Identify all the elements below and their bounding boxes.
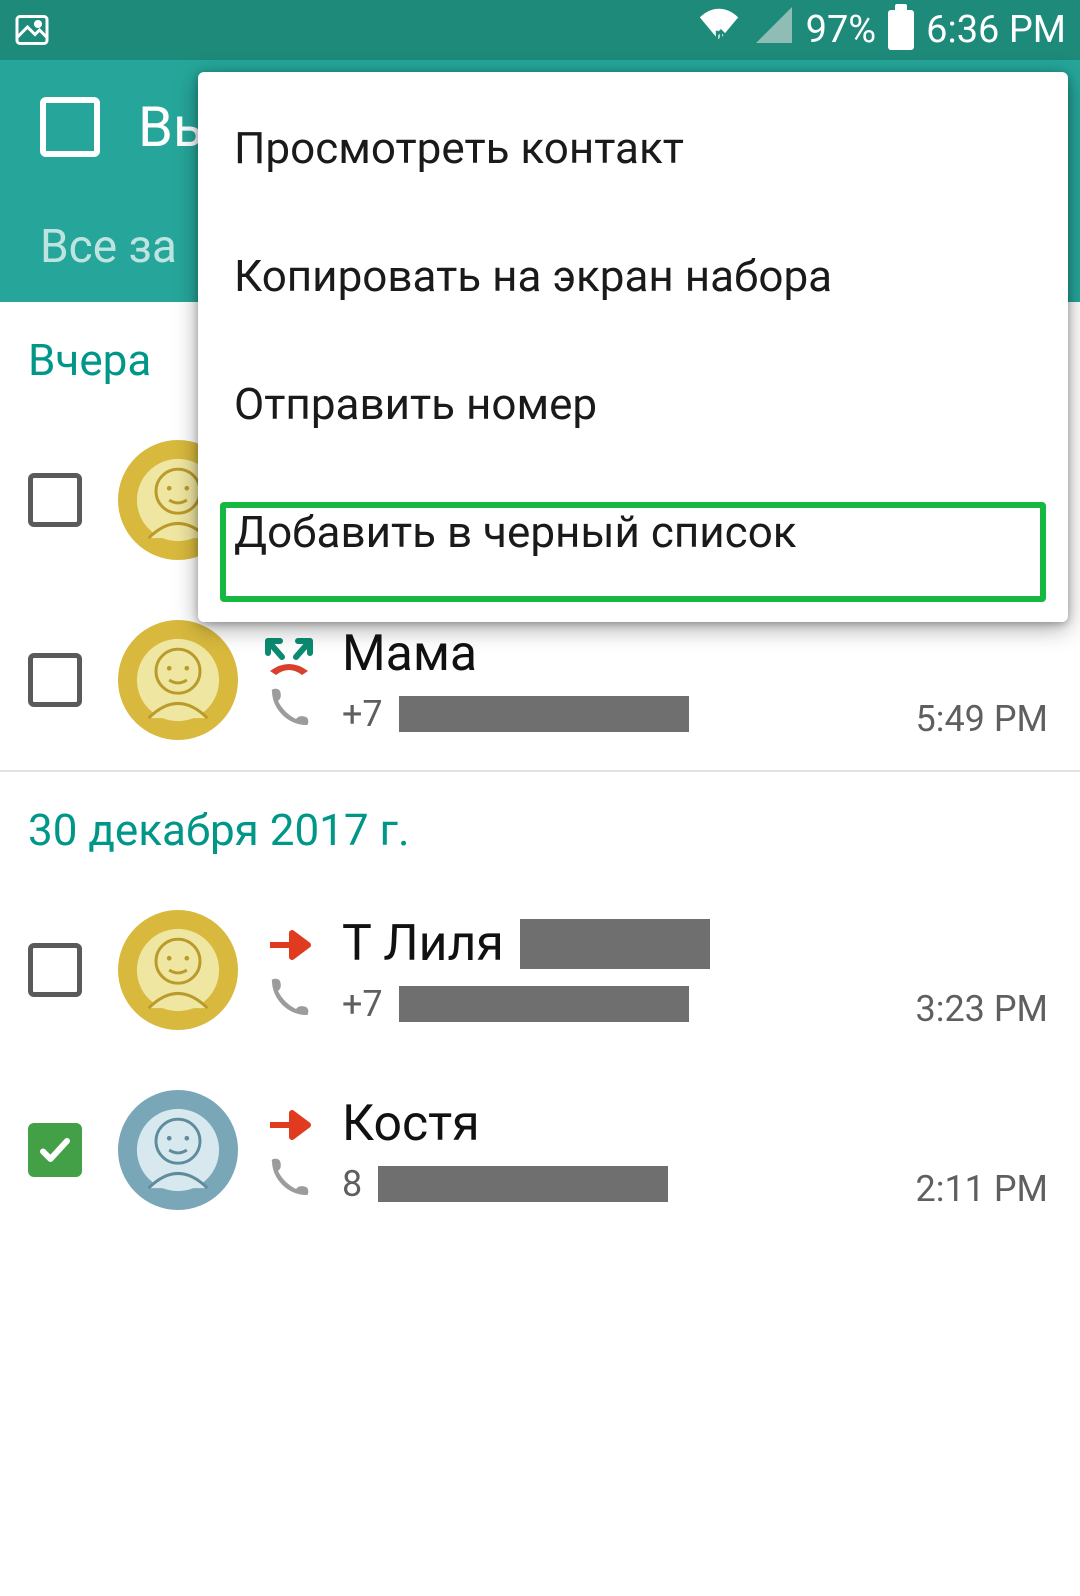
contact-name: Мама — [342, 625, 477, 683]
phone-redacted — [378, 1166, 668, 1202]
row-checkbox[interactable] — [28, 943, 82, 997]
row-checkbox[interactable] — [28, 653, 82, 707]
call-time: 2:11 PM — [916, 1168, 1049, 1210]
battery-icon — [888, 10, 914, 50]
select-all-checkbox[interactable] — [40, 97, 100, 157]
call-type-icons — [264, 925, 314, 1015]
row-checkbox[interactable] — [28, 473, 82, 527]
phone-redacted — [399, 696, 689, 732]
section-header-date: 30 декабря 2017 г. — [0, 772, 1080, 880]
contact-name: Костя — [342, 1095, 480, 1153]
signal-icon — [754, 5, 794, 55]
missed-call-icon — [264, 635, 314, 675]
wifi-icon — [696, 5, 742, 55]
phone-icon — [264, 975, 314, 1015]
phone-prefix: +7 — [342, 693, 383, 735]
call-time: 3:23 PM — [916, 988, 1049, 1030]
context-menu: Просмотреть контакт Копировать на экран … — [198, 72, 1068, 622]
gallery-icon — [14, 12, 50, 48]
menu-send-number[interactable]: Отправить номер — [198, 340, 1068, 468]
outgoing-call-icon — [264, 1105, 314, 1145]
avatar[interactable] — [118, 620, 238, 740]
status-bar: 97% 6:36 PM — [0, 0, 1080, 60]
outgoing-call-icon — [264, 925, 314, 965]
phone-icon — [264, 1155, 314, 1195]
phone-redacted — [399, 986, 689, 1022]
phone-prefix: 8 — [342, 1163, 362, 1205]
avatar[interactable] — [118, 910, 238, 1030]
call-row[interactable]: Т Лиля +7 3:23 PM — [0, 880, 1080, 1060]
redacted — [410, 814, 590, 852]
call-type-icons — [264, 1105, 314, 1195]
call-type-icons — [264, 635, 314, 725]
clock: 6:36 PM — [926, 8, 1066, 52]
call-time: 5:49 PM — [916, 698, 1049, 740]
menu-view-contact[interactable]: Просмотреть контакт — [198, 84, 1068, 212]
phone-icon — [264, 685, 314, 725]
name-redacted — [520, 919, 710, 969]
row-checkbox[interactable] — [28, 1123, 82, 1177]
menu-add-blacklist[interactable]: Добавить в черный список — [198, 468, 1068, 596]
avatar[interactable] — [118, 1090, 238, 1210]
phone-prefix: +7 — [342, 983, 383, 1025]
battery-percent: 97% — [806, 8, 877, 52]
menu-copy-to-dialer[interactable]: Копировать на экран набора — [198, 212, 1068, 340]
call-row[interactable]: Костя 8 2:11 PM — [0, 1060, 1080, 1240]
name-redacted — [496, 1099, 646, 1149]
contact-name: Т Лиля — [342, 915, 504, 973]
tab-all[interactable]: Все за — [40, 220, 177, 274]
